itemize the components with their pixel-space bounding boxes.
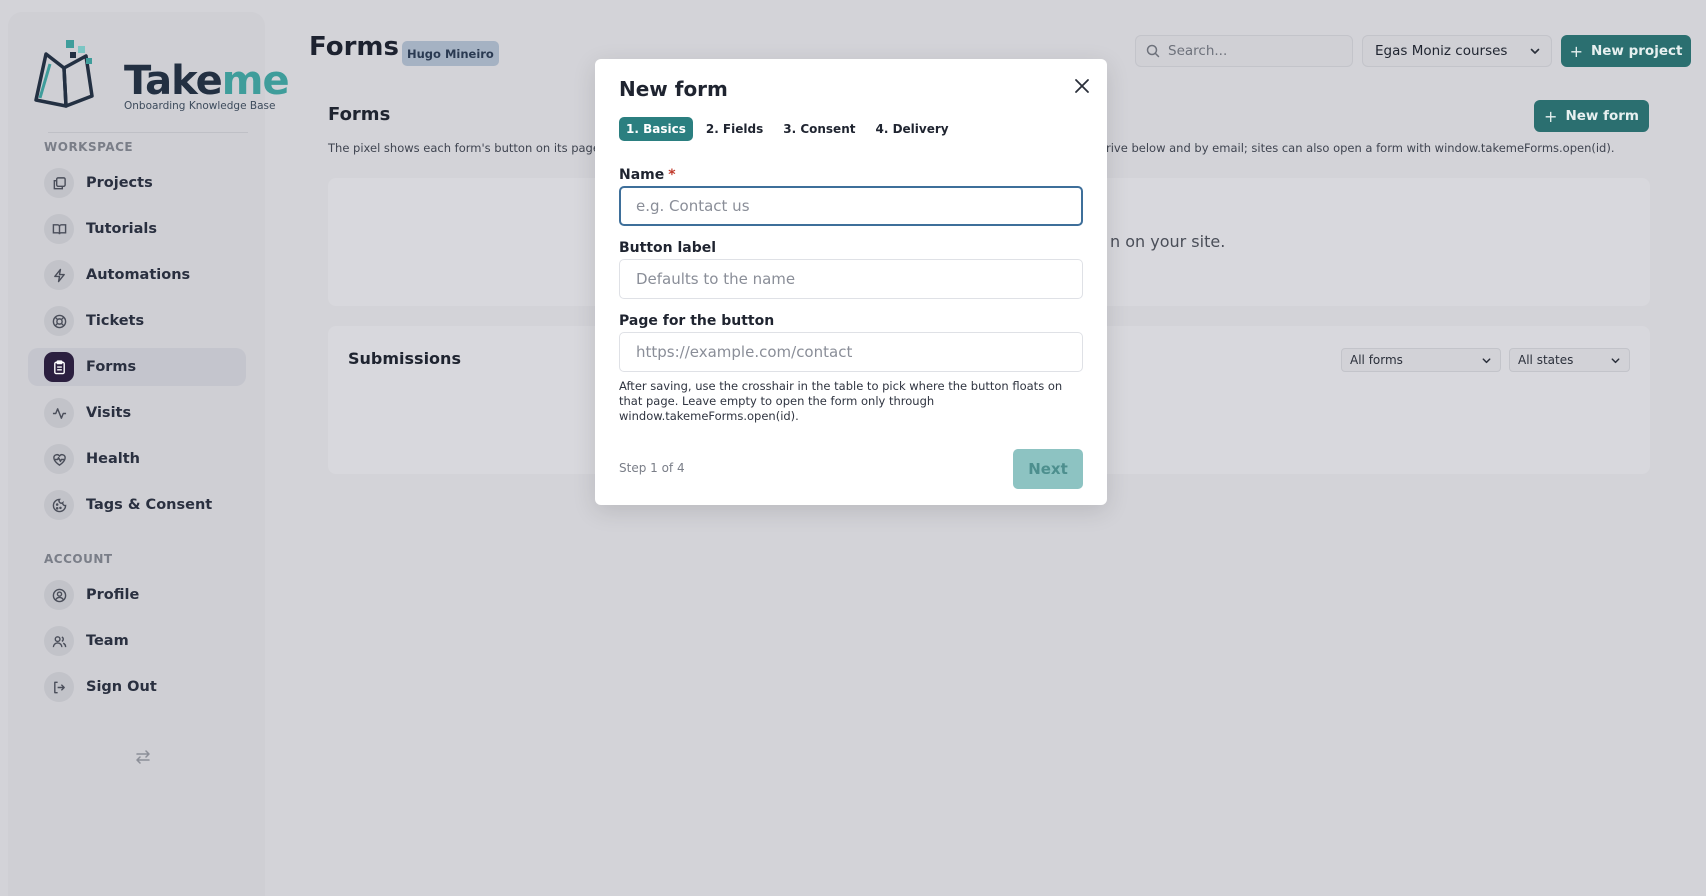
search-input[interactable]: Search... — [1135, 35, 1353, 67]
chevron-down-icon — [1482, 357, 1491, 363]
user-circle-icon — [44, 580, 74, 610]
chevron-down-icon — [1530, 48, 1540, 54]
forms-filter-select[interactable]: All forms — [1341, 348, 1501, 372]
sidebar-item-tutorials[interactable]: Tutorials — [28, 210, 246, 248]
tab-consent[interactable]: 3. Consent — [776, 117, 862, 141]
forms-description-right: rive below and by email; sites can also … — [1106, 141, 1615, 155]
sign-out-icon — [44, 672, 74, 702]
chevron-down-icon — [1611, 357, 1620, 363]
plus-icon: + — [1569, 41, 1583, 61]
forms-section-title: Forms — [328, 104, 391, 125]
dialog-title: New form — [619, 77, 728, 101]
step-counter: Step 1 of 4 — [619, 461, 685, 475]
sidebar-item-label: Forms — [86, 359, 137, 375]
button-label-input[interactable] — [619, 259, 1083, 299]
forms-description-left: The pixel shows each form's button on it… — [328, 141, 600, 155]
new-project-label: New project — [1590, 43, 1683, 59]
plus-icon: + — [1544, 106, 1558, 126]
bolt-icon — [44, 260, 74, 290]
sidebar-item-sign-out[interactable]: Sign Out — [28, 668, 246, 706]
tab-basics[interactable]: 1. Basics — [619, 117, 693, 141]
next-button[interactable]: Next — [1013, 449, 1083, 489]
tab-fields[interactable]: 2. Fields — [699, 117, 770, 141]
sidebar-item-label: Automations — [86, 267, 191, 283]
sidebar-item-tickets[interactable]: Tickets — [28, 302, 246, 340]
search-icon — [1146, 44, 1160, 58]
account-section-label: ACCOUNT — [44, 552, 113, 566]
sidebar-item-automations[interactable]: Automations — [28, 256, 246, 294]
tab-delivery[interactable]: 4. Delivery — [868, 117, 955, 141]
close-icon[interactable] — [1071, 75, 1093, 97]
brand-name: Takeme — [124, 58, 290, 104]
project-select-value: Egas Moniz courses — [1375, 43, 1508, 59]
button-label-label: Button label — [619, 240, 717, 256]
sidebar-item-label: Tags & Consent — [86, 497, 213, 513]
divider — [48, 132, 248, 133]
brand-tagline: Onboarding Knowledge Base — [124, 100, 276, 112]
book-icon — [44, 214, 74, 244]
swap-arrows-icon[interactable] — [134, 748, 152, 766]
cookie-icon — [44, 490, 74, 520]
sidebar: Takeme Onboarding Knowledge Base WORKSPA… — [8, 12, 290, 896]
states-filter-value: All states — [1518, 353, 1574, 367]
projects-icon — [44, 168, 74, 198]
name-label: Name * — [619, 167, 676, 183]
search-placeholder: Search... — [1168, 43, 1228, 59]
project-select[interactable]: Egas Moniz courses — [1362, 35, 1552, 67]
new-form-button[interactable]: + New form — [1534, 100, 1649, 132]
help-text: After saving, use the crosshair in the t… — [619, 379, 1063, 423]
new-form-label: New form — [1565, 108, 1639, 124]
users-icon — [44, 626, 74, 656]
forms-empty-text: n on your site. — [1110, 232, 1226, 251]
sidebar-item-forms[interactable]: Forms — [28, 348, 246, 386]
sidebar-item-visits[interactable]: Visits — [28, 394, 246, 432]
sidebar-item-label: Team — [86, 633, 129, 649]
new-form-dialog: New form 1. Basics 2. Fields 3. Consent … — [595, 59, 1107, 505]
activity-icon — [44, 398, 74, 428]
sidebar-item-profile[interactable]: Profile — [28, 576, 246, 614]
page-url-label: Page for the button — [619, 313, 775, 329]
forms-filter-value: All forms — [1350, 353, 1403, 367]
sidebar-item-label: Profile — [86, 587, 140, 603]
sidebar-item-label: Sign Out — [86, 679, 157, 695]
heart-pulse-icon — [44, 444, 74, 474]
sidebar-item-label: Visits — [86, 405, 132, 421]
required-marker: * — [668, 167, 676, 183]
page-title: Forms — [309, 32, 399, 62]
user-badge: Hugo Mineiro — [402, 41, 499, 66]
sidebar-item-label: Projects — [86, 175, 153, 191]
sidebar-item-projects[interactable]: Projects — [28, 164, 246, 202]
new-project-button[interactable]: + New project — [1561, 35, 1691, 67]
book-logo-icon — [34, 40, 94, 108]
sidebar-item-tags-consent[interactable]: Tags & Consent — [28, 486, 246, 524]
lifebuoy-icon — [44, 306, 74, 336]
workspace-section-label: WORKSPACE — [44, 140, 134, 154]
sidebar-item-label: Tutorials — [86, 221, 158, 237]
sidebar-item-team[interactable]: Team — [28, 622, 246, 660]
sidebar-item-health[interactable]: Health — [28, 440, 246, 478]
states-filter-select[interactable]: All states — [1509, 348, 1630, 372]
name-input[interactable] — [619, 186, 1083, 226]
brand-logo[interactable]: Takeme Onboarding Knowledge Base — [28, 38, 290, 118]
page-url-input[interactable] — [619, 332, 1083, 372]
sidebar-item-label: Health — [86, 451, 140, 467]
step-tabs: 1. Basics 2. Fields 3. Consent 4. Delive… — [619, 117, 956, 141]
sidebar-item-label: Tickets — [86, 313, 145, 329]
submissions-title: Submissions — [348, 349, 461, 368]
clipboard-icon — [44, 352, 74, 382]
